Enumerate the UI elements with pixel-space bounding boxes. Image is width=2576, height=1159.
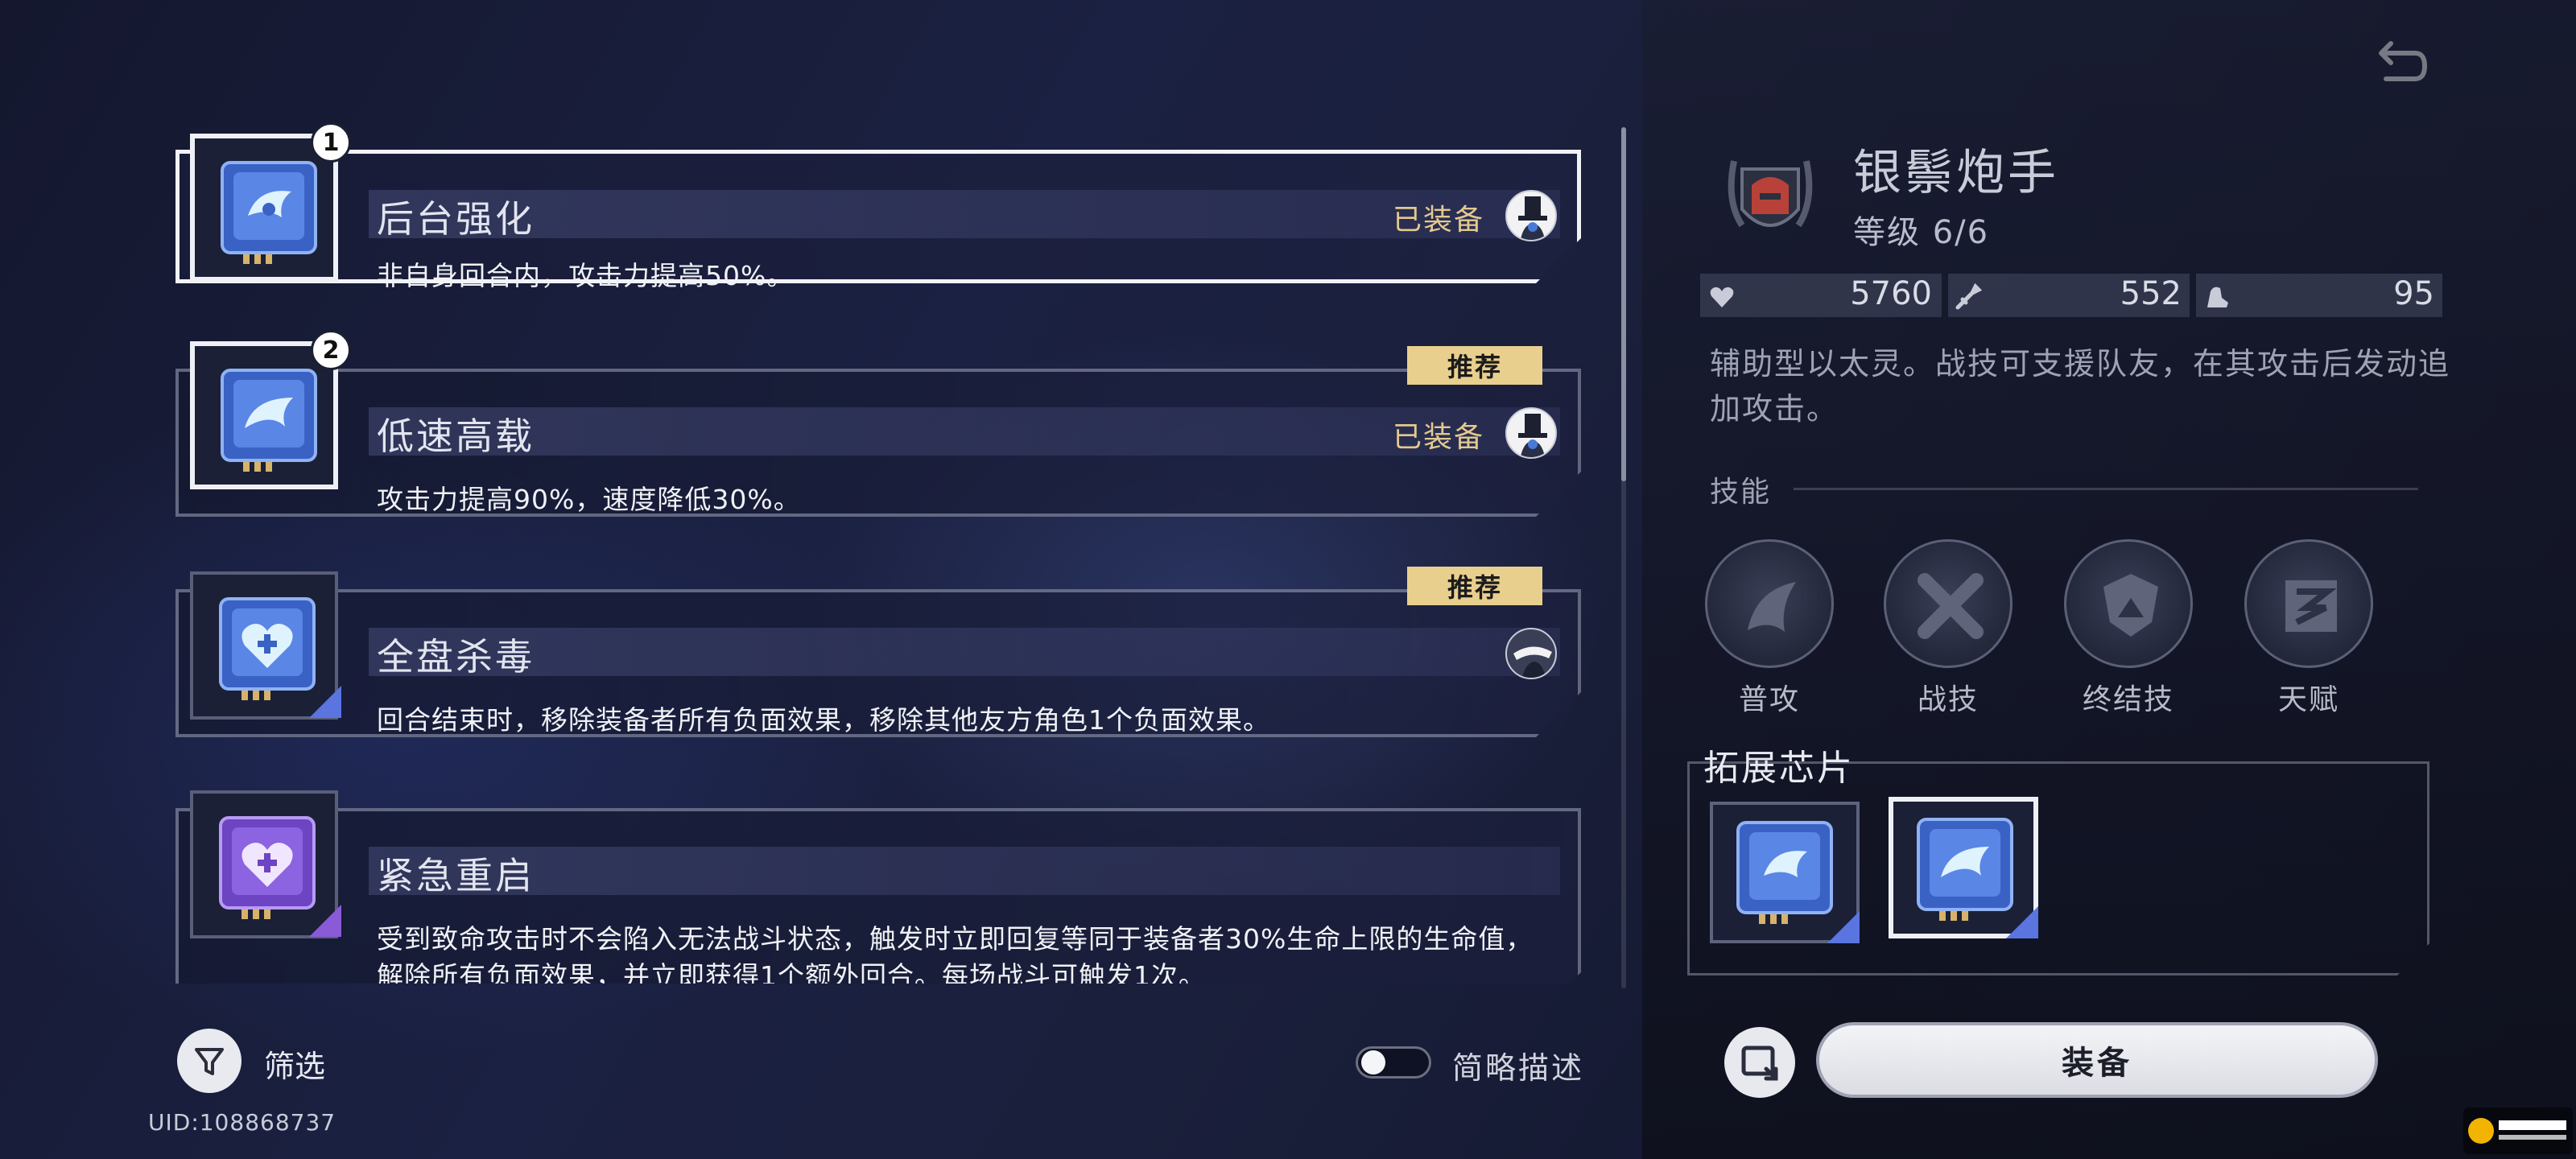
filter-button[interactable]	[177, 1029, 242, 1093]
character-avatar	[1505, 628, 1557, 679]
equip-button[interactable]: 装备	[1816, 1022, 2378, 1098]
chip-description: 攻击力提高90%，速度降低30%。	[377, 484, 801, 515]
skill-label: 天赋	[2277, 683, 2339, 716]
skill-combat[interactable]: 战技	[1884, 539, 2013, 716]
character-emblem-icon	[1710, 137, 1831, 258]
extension-slot-2[interactable]	[1889, 797, 2038, 938]
skill-combat-icon	[1884, 539, 2013, 668]
character-level: 等级 6/6	[1853, 214, 1990, 251]
uid-label: UID:108868737	[148, 1109, 336, 1136]
skill-basic-attack[interactable]: 普攻	[1705, 539, 1834, 716]
chip-card[interactable]: 紧急重启 受到致命攻击时不会陷入无法战斗状态，触发时立即回复等同于装备者30%生…	[175, 786, 1581, 984]
chip-heart-icon	[219, 597, 316, 700]
title-bar	[369, 190, 1560, 238]
stat-attack-value: 552	[2120, 275, 2182, 312]
extension-slot-1[interactable]	[1710, 802, 1860, 943]
title-bar	[369, 407, 1560, 456]
skills-divider	[1794, 488, 2418, 490]
chip-card[interactable]: 1 后台强化 已装备 非自身回合内，攻击力提高50%。	[175, 109, 1581, 291]
chip-icon-frame	[190, 790, 341, 938]
watermark-logo	[2463, 1107, 2573, 1154]
title-bar	[369, 628, 1560, 676]
chip-purple-icon	[219, 816, 316, 919]
chip-card[interactable]: 推荐 2 低速高载 已装备 攻击力提高90%，速度降低30%。	[175, 330, 1581, 518]
skills-heading: 技能	[1710, 476, 1772, 509]
auto-equip-button[interactable]	[1724, 1027, 1795, 1098]
chip-icon-frame	[190, 571, 341, 720]
skill-label: 战技	[1917, 683, 1979, 716]
brief-description-label: 简略描述	[1452, 1050, 1585, 1086]
chip-description: 非自身回合内，攻击力提高50%。	[377, 260, 795, 291]
character-description: 辅助型以太灵。战技可支援队友，在其攻击后发动追加攻击。	[1710, 346, 2451, 427]
equipped-character-avatar	[1505, 190, 1557, 241]
chip-title: 全盘杀毒	[377, 635, 535, 678]
slot-number-badge: 1	[311, 122, 351, 163]
character-name: 银鬃炮手	[1853, 145, 2059, 201]
chip-title: 后台强化	[377, 197, 535, 241]
chip-card[interactable]: 推荐 全盘杀毒 回合结束时，移除装备者所有负面效果，移除其他友方角色1个负面效果…	[175, 567, 1581, 739]
stat-hp-value: 5760	[1850, 275, 1932, 312]
skill-ultimate-icon	[2064, 539, 2193, 668]
equipped-status: 已装备	[1392, 204, 1484, 237]
chip-title: 紧急重启	[377, 854, 535, 897]
chip-description: 受到致命攻击时不会陷入无法战斗状态，触发时立即回复等同于装备者30%生命上限的生…	[377, 923, 1534, 984]
skill-label: 普攻	[1738, 683, 1800, 716]
title-bar	[369, 847, 1560, 895]
skill-talent[interactable]: 天赋	[2244, 539, 2373, 716]
skill-ultimate[interactable]: 终结技	[2064, 539, 2193, 716]
chip-blue-icon	[221, 369, 317, 472]
equipped-character-avatar	[1505, 407, 1557, 459]
speed-boot-icon	[2207, 287, 2228, 307]
heart-icon	[1710, 287, 1734, 307]
filter-icon	[195, 1048, 224, 1075]
skill-label: 终结技	[2082, 683, 2174, 716]
list-scrollbar-thumb[interactable]	[1621, 127, 1626, 481]
chip-blue-icon	[221, 161, 317, 264]
equipped-status: 已装备	[1392, 421, 1484, 454]
stat-speed-value: 95	[2393, 275, 2434, 312]
chip-description: 回合结束时，移除装备者所有负面效果，移除其他友方角色1个负面效果。	[377, 704, 1270, 736]
recommend-badge: 推荐	[1407, 567, 1542, 605]
extension-chips-heading: 拓展芯片	[1703, 748, 1855, 789]
brief-description-toggle[interactable]	[1356, 1046, 1431, 1079]
chip-swap-icon	[1741, 1046, 1778, 1081]
sword-icon	[1955, 283, 1982, 310]
toggle-knob	[1361, 1050, 1385, 1074]
slot-number-badge: 2	[311, 330, 351, 370]
chip-blue-icon	[1917, 818, 2013, 921]
chip-title: 低速高载	[377, 415, 535, 458]
chip-blue-icon	[1736, 821, 1833, 924]
recommend-badge: 推荐	[1407, 346, 1542, 385]
skill-talent-icon	[2244, 539, 2373, 668]
filter-label[interactable]: 筛选	[264, 1041, 325, 1086]
skill-basic-attack-icon	[1705, 539, 1834, 668]
